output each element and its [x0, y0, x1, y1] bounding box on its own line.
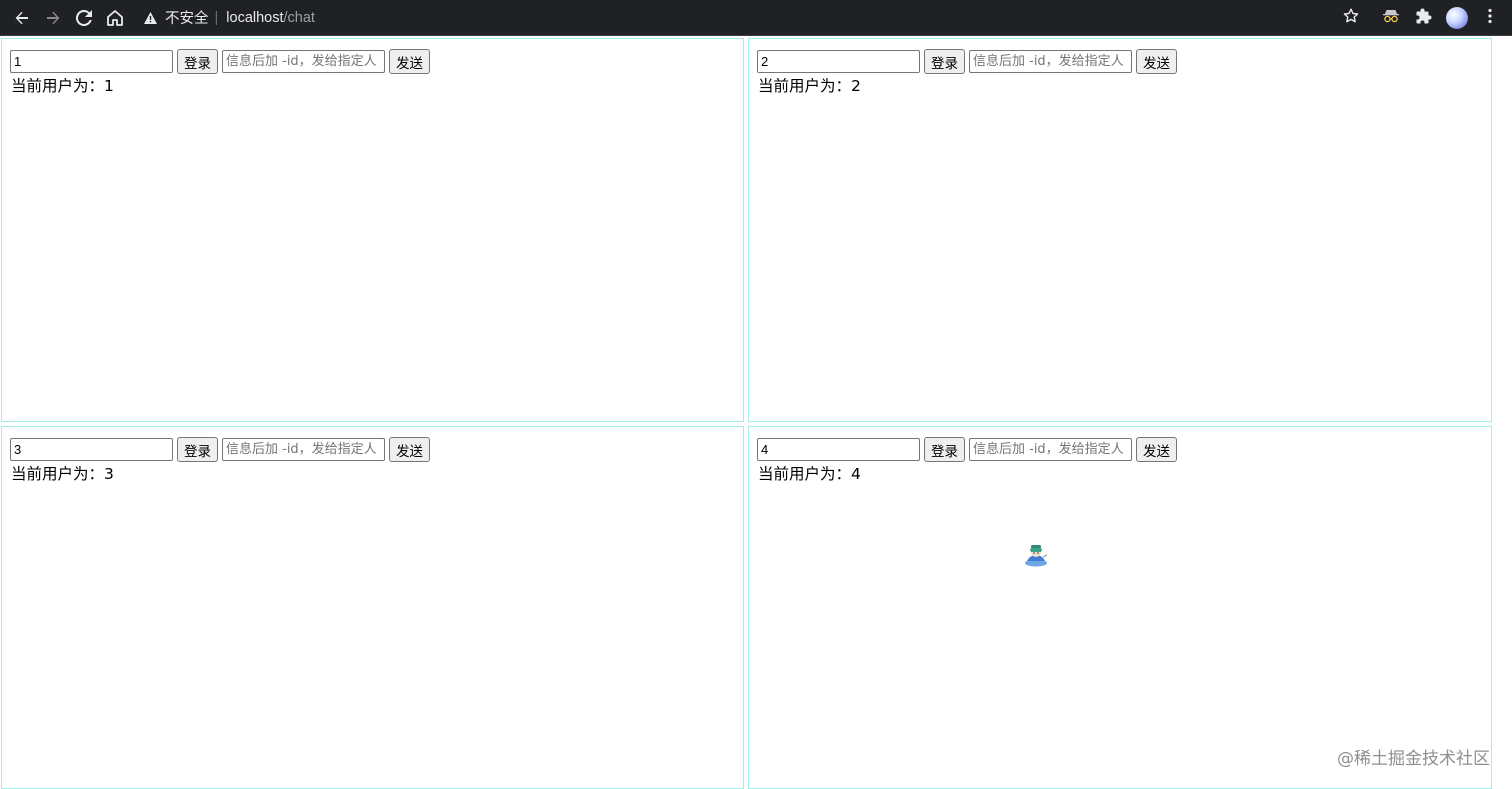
current-user-label: 当前用户为：1: [11, 77, 114, 95]
current-user-label: 当前用户为：4: [758, 465, 861, 483]
avatar: [1446, 7, 1468, 29]
warning-triangle-icon: [144, 11, 157, 24]
chat-controls: 登录 发送: [757, 49, 1177, 74]
message-input[interactable]: [222, 438, 385, 461]
send-button[interactable]: 发送: [389, 49, 430, 74]
current-user-label: 当前用户为：3: [11, 465, 114, 483]
message-input[interactable]: [969, 438, 1132, 461]
forward-button[interactable]: [38, 3, 68, 33]
address-separator: |: [214, 9, 219, 26]
watermark: @稀土掘金技术社区: [1337, 749, 1490, 769]
user-id-input[interactable]: [10, 50, 173, 73]
back-button[interactable]: [7, 3, 37, 33]
message-input[interactable]: [222, 50, 385, 73]
login-button[interactable]: 登录: [177, 49, 218, 74]
browser-toolbar: 不安全 | localhost/chat: [0, 0, 1512, 36]
message-input[interactable]: [969, 50, 1132, 73]
home-icon: [107, 9, 123, 26]
chat-panel: 登录 发送 当前用户为：1: [1, 38, 744, 422]
user-id-input[interactable]: [757, 50, 920, 73]
reload-icon: [76, 9, 92, 26]
kebab-menu-icon: [1488, 8, 1492, 28]
send-button[interactable]: 发送: [389, 437, 430, 462]
reload-button[interactable]: [69, 3, 99, 33]
arrow-left-icon: [14, 10, 30, 26]
login-button[interactable]: 登录: [924, 437, 965, 462]
chat-controls: 登录 发送: [10, 49, 430, 74]
login-button[interactable]: 登录: [924, 49, 965, 74]
security-status-label[interactable]: 不安全: [165, 7, 209, 28]
current-user-label: 当前用户为：2: [758, 77, 861, 95]
send-button[interactable]: 发送: [1136, 49, 1177, 74]
arrow-right-icon: [45, 10, 61, 26]
profile-button[interactable]: [1443, 4, 1471, 32]
spy-extension-icon: [1382, 8, 1400, 28]
send-button[interactable]: 发送: [1136, 437, 1177, 462]
extension-incognito-button[interactable]: [1377, 4, 1405, 32]
page-content: 登录 发送 当前用户为：1 登录 发送 当前用户为：2 登录 发送 当前用户为：…: [0, 37, 1512, 789]
chat-panel: 登录 发送 当前用户为：4: [748, 426, 1492, 789]
browser-menu-button[interactable]: [1476, 4, 1504, 32]
url-host: localhost: [226, 9, 284, 26]
login-button[interactable]: 登录: [177, 437, 218, 462]
chat-panel: 登录 发送 当前用户为：2: [748, 38, 1492, 422]
user-id-input[interactable]: [757, 438, 920, 461]
toolbar-right-actions: [1332, 0, 1504, 36]
puzzle-icon: [1416, 8, 1432, 28]
bookmark-button[interactable]: [1337, 4, 1365, 32]
home-button[interactable]: [100, 3, 130, 33]
chat-controls: 登录 发送: [757, 437, 1177, 462]
mascot-sprite-icon: [1023, 541, 1049, 567]
star-icon: [1343, 8, 1359, 28]
user-id-input[interactable]: [10, 438, 173, 461]
chat-controls: 登录 发送: [10, 437, 430, 462]
extensions-button[interactable]: [1410, 4, 1438, 32]
address-bar[interactable]: 不安全 | localhost/chat: [144, 3, 315, 33]
chat-panel: 登录 发送 当前用户为：3: [1, 426, 744, 789]
url-path: /chat: [283, 9, 315, 26]
